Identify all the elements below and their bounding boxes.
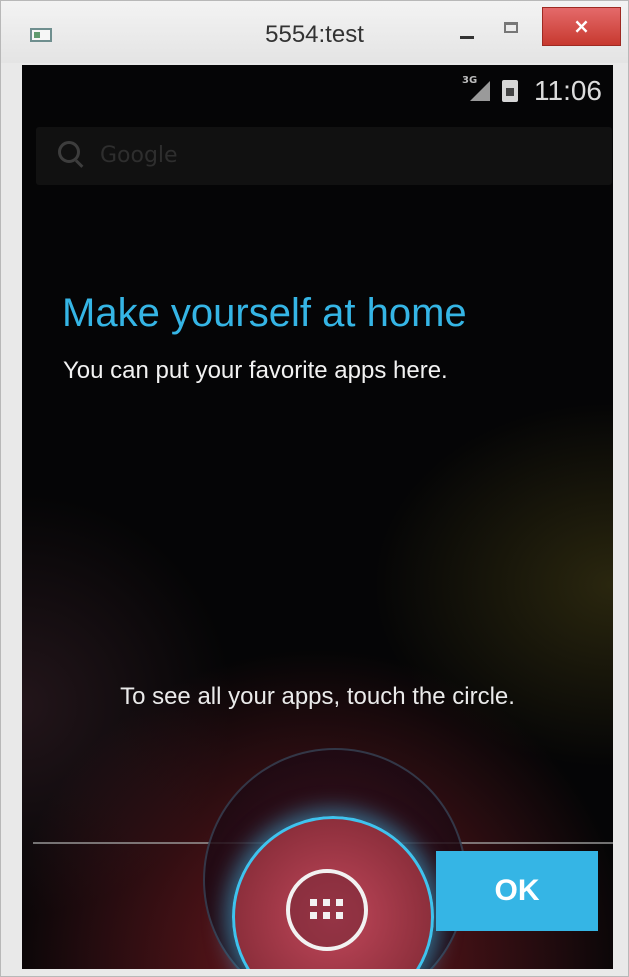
window-titlebar[interactable]: 5554:test × (1, 1, 628, 63)
search-icon (58, 141, 84, 167)
signal-icon: 3G (462, 75, 492, 103)
window-title: 5554:test (265, 21, 364, 48)
close-button[interactable]: × (542, 7, 621, 46)
maximize-button[interactable] (497, 15, 527, 43)
device-screen: 3G 11:06 Google Make yourself at home Yo… (22, 65, 613, 969)
battery-icon (502, 80, 518, 102)
search-placeholder: Google (100, 143, 178, 168)
minimize-button[interactable] (453, 21, 481, 49)
ok-button[interactable]: OK (436, 851, 598, 931)
signal-bars (470, 81, 490, 101)
cling-hint: To see all your apps, touch the circle. (120, 683, 515, 710)
status-bar: 3G 11:06 (22, 65, 613, 115)
emulator-window: 5554:test × 3G 11:06 Google Make yoursel… (0, 0, 629, 977)
all-apps-button[interactable] (286, 869, 368, 951)
cling-subtitle: You can put your favorite apps here. (63, 357, 448, 384)
status-clock: 11:06 (534, 75, 602, 106)
close-icon: × (573, 14, 590, 38)
cling-title: Make yourself at home (62, 291, 467, 335)
search-bar[interactable]: Google (36, 127, 612, 185)
